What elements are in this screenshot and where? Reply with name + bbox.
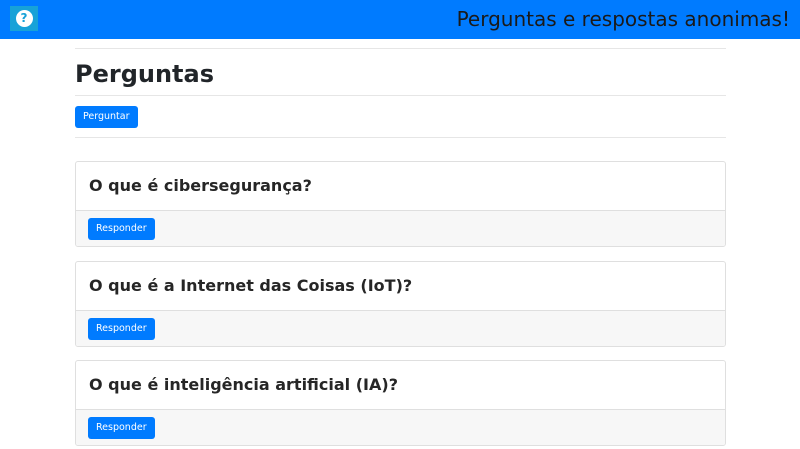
site-title: Perguntas e respostas anonimas! — [456, 7, 790, 31]
card-footer: Responder — [76, 409, 725, 445]
question-title: O que é a Internet das Coisas (IoT)? — [89, 276, 413, 295]
ask-question-button[interactable]: Perguntar — [75, 106, 138, 128]
question-card: O que é a Internet das Coisas (IoT)? Res… — [75, 261, 726, 347]
question-card: O que é inteligência artificial (IA)? Re… — [75, 360, 726, 446]
question-title: O que é inteligência artificial (IA)? — [89, 375, 398, 394]
question-title: O que é cibersegurança? — [89, 176, 312, 195]
question-card: O que é cibersegurança? Responder — [75, 161, 726, 247]
card-footer: Responder — [76, 210, 725, 246]
answer-button[interactable]: Responder — [88, 218, 155, 240]
answer-button[interactable]: Responder — [88, 318, 155, 340]
logo[interactable]: ? — [10, 6, 38, 31]
page-title: Perguntas — [75, 60, 215, 88]
divider — [75, 48, 726, 49]
card-footer: Responder — [76, 310, 725, 346]
divider — [75, 95, 726, 96]
navbar: ? Perguntas e respostas anonimas! — [0, 0, 800, 39]
answer-button[interactable]: Responder — [88, 417, 155, 439]
question-circle-icon: ? — [15, 10, 33, 27]
divider — [75, 137, 726, 138]
